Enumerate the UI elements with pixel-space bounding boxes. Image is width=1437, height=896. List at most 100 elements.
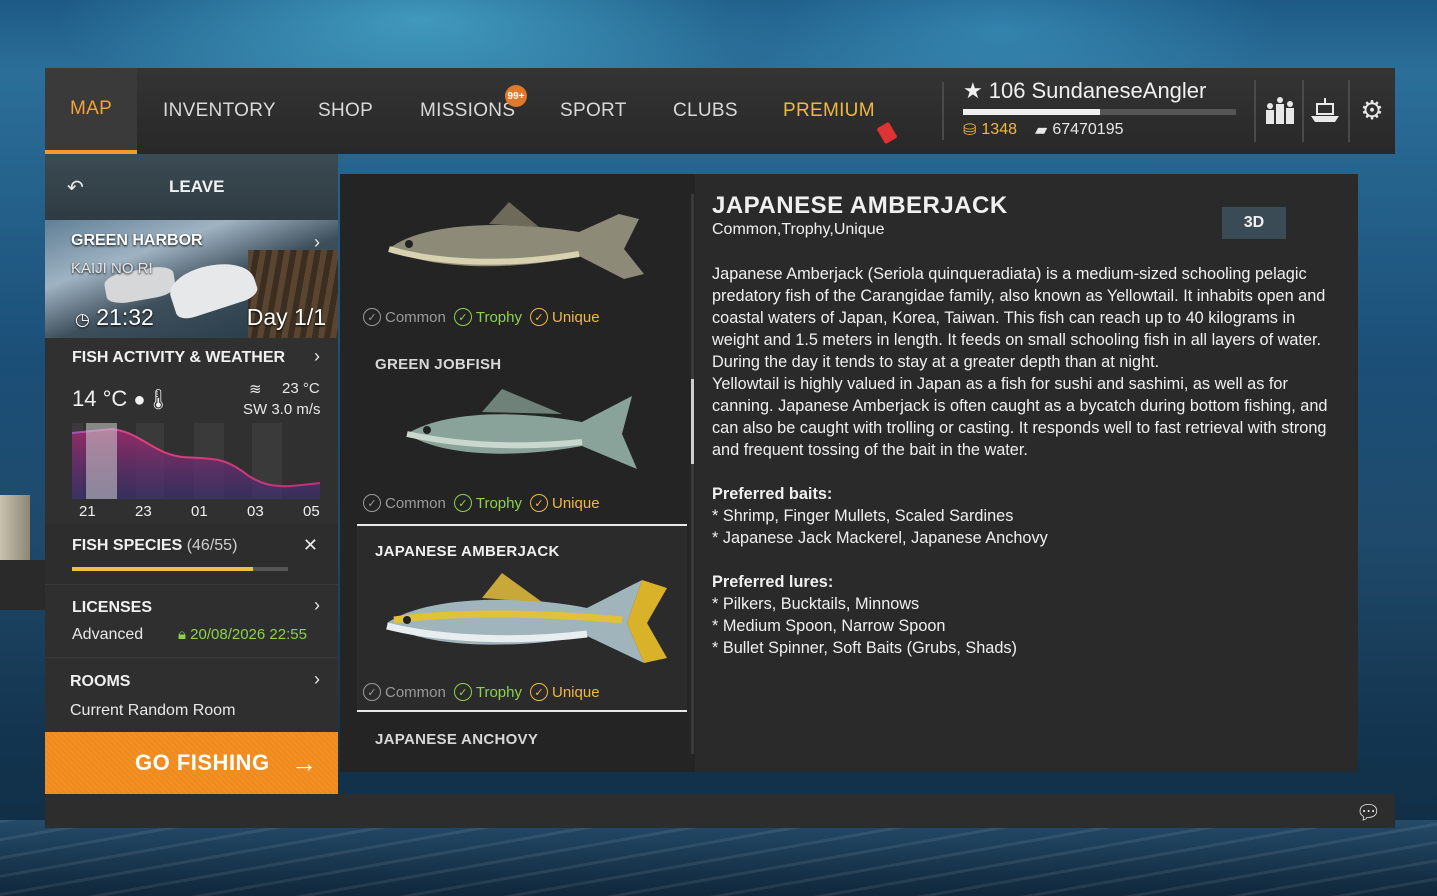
fish-title: JAPANESE AMBERJACK: [712, 192, 1008, 219]
hour-tick: 23: [135, 503, 152, 520]
tag-label: Common: [385, 683, 446, 701]
gold-amount: 1348: [981, 121, 1017, 138]
species-count: (46/55): [186, 537, 238, 554]
tag-label: Trophy: [475, 308, 522, 326]
lure-item: * Pilkers, Bucktails, Minnows: [712, 595, 920, 613]
fish-list-item[interactable]: JAPANESE ANCHOVY: [357, 714, 687, 764]
tab-shop[interactable]: SHOP: [318, 68, 373, 154]
chevron-right-icon: ›: [314, 595, 320, 615]
fish-name: JAPANESE ANCHOVY: [375, 731, 539, 748]
tag-unique: ✓ Unique: [530, 494, 600, 512]
weather-section[interactable]: FISH ACTIVITY & WEATHER › 14 °C ●🌡 ≋ 23 °…: [45, 338, 338, 524]
lures-title: Preferred lures:: [712, 573, 834, 591]
chat-icon[interactable]: 💬︎: [1356, 800, 1381, 825]
left-panel: ↶ LEAVE GREEN HARBOR KAIJI NO RI › ◷ 21:…: [45, 154, 338, 794]
leave-label: LEAVE: [169, 177, 225, 196]
tag-trophy: ✓ Trophy: [453, 683, 522, 701]
room-name: Current Random Room: [70, 702, 236, 719]
license-expiry: 🔒︎ 20/08/2026 22:55: [178, 626, 307, 643]
fish-list-scrollbar[interactable]: [691, 194, 694, 754]
tag-label: Unique: [552, 308, 600, 326]
chevron-right-icon: ›: [314, 669, 320, 689]
tag-label: Common: [385, 308, 446, 326]
hour-tick: 21: [79, 503, 96, 520]
tab-map[interactable]: MAP: [45, 68, 138, 154]
fish-name: JAPANESE AMBERJACK: [375, 543, 560, 560]
sublocation-name: KAIJI NO RI: [71, 260, 153, 277]
tab-shop-label: SHOP: [318, 100, 374, 121]
tab-missions[interactable]: MISSIONS: [420, 68, 515, 154]
check-icon: ✓: [453, 494, 472, 512]
description-paragraph: Japanese Amberjack (Seriola quinqueradia…: [712, 265, 1326, 371]
chevron-right-icon: ›: [314, 346, 320, 366]
hour-tick: 01: [191, 503, 208, 520]
tab-sport[interactable]: SPORT: [560, 68, 627, 154]
divider: [1302, 80, 1304, 142]
tag-common: ✓ Common: [363, 494, 446, 512]
fish-image: [388, 202, 644, 279]
tab-clubs[interactable]: CLUBS: [673, 68, 738, 154]
player-info[interactable]: ★ 106 SundaneseAngler: [963, 78, 1206, 104]
bait-item: * Shrimp, Finger Mullets, Scaled Sardine…: [712, 507, 1014, 525]
leaderboard-icon[interactable]: [1260, 86, 1300, 134]
gear-icon[interactable]: ⚙: [1352, 86, 1392, 134]
clock-icon: ◷: [75, 310, 90, 329]
wind-info: SW 3.0 m/s: [243, 401, 321, 418]
close-icon[interactable]: ✕: [303, 535, 318, 556]
gold-display: ⛁ 1348: [963, 120, 1017, 140]
boat-icon[interactable]: [1305, 86, 1345, 134]
sun-cloud-icon: ●: [133, 389, 146, 411]
species-progress-fill: [72, 567, 254, 571]
check-icon: ✓: [530, 683, 548, 701]
location-card[interactable]: GREEN HARBOR KAIJI NO RI › ◷ 21:32 Day 1…: [45, 220, 338, 338]
leave-button[interactable]: ↶ LEAVE: [45, 154, 338, 220]
hour-tick: 03: [247, 503, 264, 520]
chevron-right-icon: ›: [314, 232, 320, 252]
fish-tags: ✓ Common ✓ Trophy ✓ Unique: [363, 308, 600, 326]
sale-tag-icon: [876, 121, 898, 145]
check-icon: ✓: [363, 308, 381, 326]
view-3d-button[interactable]: 3D: [1222, 207, 1286, 239]
fish-detail-panel: JAPANESE AMBERJACK Common,Trophy,Unique …: [695, 174, 1358, 772]
tag-common: ✓ Common: [363, 308, 446, 326]
fish-list-item-selected[interactable]: JAPANESE AMBERJACK ✓ Common ✓ Trophy ✓ Uniq…: [357, 524, 687, 712]
check-icon: ✓: [453, 308, 472, 326]
go-fishing-button[interactable]: GO FISHING →: [45, 732, 338, 794]
player-name: SundaneseAngler: [1031, 78, 1207, 103]
tab-premium[interactable]: PREMIUM: [783, 68, 875, 154]
divider: [1254, 80, 1256, 142]
background-sea: [0, 820, 1437, 896]
fish-tags: ✓ Common ✓ Trophy ✓ Unique: [363, 494, 600, 512]
credits-amount: 67470195: [1052, 121, 1124, 138]
water-temp-value: 23 °C: [282, 380, 320, 397]
check-icon: ✓: [530, 494, 548, 512]
air-temperature: 14 °C ●🌡: [72, 386, 171, 412]
lure-item: * Medium Spoon, Narrow Spoon: [712, 617, 946, 635]
tag-unique: ✓ Unique: [530, 683, 600, 701]
fish-species-section[interactable]: FISH SPECIES (46/55) ✕: [45, 524, 338, 584]
tab-missions-label: MISSIONS: [420, 100, 516, 121]
fish-name: GREEN JOBFISH: [375, 356, 502, 373]
boat-image: [165, 252, 260, 323]
fish-list-item[interactable]: ✓ Common ✓ Trophy ✓ Unique: [357, 184, 687, 334]
check-icon: ✓: [363, 683, 381, 701]
game-time: ◷ 21:32: [75, 304, 154, 331]
hour-tick: 05: [303, 503, 320, 520]
lure-item: * Bullet Spinner, Soft Baits (Grubs, Sha…: [712, 639, 1017, 657]
description-paragraph: Yellowtail is highly valued in Japan as …: [712, 375, 1328, 459]
tab-inventory[interactable]: INVENTORY: [163, 68, 276, 154]
money-icon: ▰: [1035, 122, 1048, 139]
fish-list-item[interactable]: GREEN JOBFISH ✓ Common ✓ Trophy ✓ Unique: [357, 344, 687, 524]
rooms-section[interactable]: ROOMS › Current Random Room: [45, 657, 338, 732]
tag-trophy: ✓ Trophy: [453, 308, 522, 326]
fish-list-panel[interactable]: ✓ Common ✓ Trophy ✓ Unique GREEN JOBFISH ✓ C…: [340, 174, 695, 772]
baits-title: Preferred baits:: [712, 485, 833, 503]
licenses-section[interactable]: LICENSES › Advanced 🔒︎ 20/08/2026 22:55: [45, 584, 338, 657]
tag-label: Trophy: [475, 683, 522, 701]
scrollbar-thumb[interactable]: [691, 379, 694, 464]
tag-common: ✓ Common: [363, 683, 446, 701]
license-type: Advanced: [72, 626, 144, 643]
tab-clubs-label: CLUBS: [673, 100, 738, 121]
